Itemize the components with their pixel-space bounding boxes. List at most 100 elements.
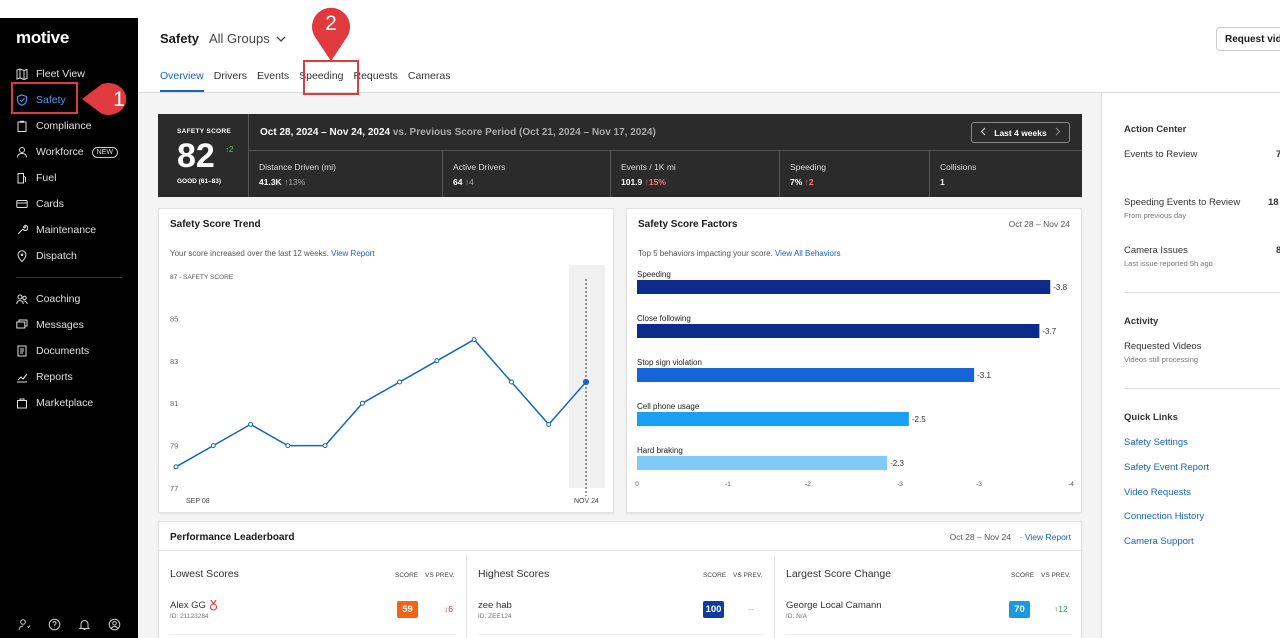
- card-title: Performance Leaderboard: [170, 532, 295, 543]
- sidebar-item-reports[interactable]: Reports: [16, 367, 73, 387]
- value-label: -2.5: [912, 415, 926, 424]
- y-tick-label: 79: [170, 442, 178, 451]
- bell-icon[interactable]: [78, 618, 92, 632]
- chevron-left-icon[interactable]: [980, 127, 986, 138]
- sidebar-item-marketplace[interactable]: Marketplace: [16, 393, 93, 413]
- tab-requests[interactable]: Requests: [354, 70, 398, 92]
- sidebar-bottom-icons: [18, 618, 122, 632]
- section-title: Lowest Scores: [170, 568, 239, 580]
- x-tick-label: -3: [976, 481, 982, 488]
- separator-dot: · View Report: [1019, 532, 1071, 542]
- safety-settings-link[interactable]: Safety Settings: [1124, 437, 1188, 448]
- reports-icon: [16, 371, 28, 383]
- annotation-callout-1: 1: [82, 83, 127, 115]
- chevron-right-icon[interactable]: [1055, 127, 1061, 138]
- request-video-button[interactable]: Request vid: [1216, 27, 1280, 51]
- bar: [637, 456, 888, 470]
- score-badge: 100: [703, 601, 724, 618]
- group-selector-value: All Groups: [209, 31, 270, 46]
- vs-prev-column-header: VS PREV.: [425, 572, 455, 579]
- driver-name[interactable]: Alex GG: [170, 600, 218, 611]
- sidebar-divider: [16, 277, 122, 278]
- score-delta: ↑12: [1054, 604, 1068, 614]
- sidebar-item-label: Compliance: [36, 120, 92, 132]
- sidebar-item-fuel[interactable]: Fuel: [16, 168, 56, 188]
- score-delta: --: [748, 604, 754, 614]
- bar: [637, 412, 909, 426]
- y-tick-label: 81: [170, 399, 178, 408]
- category-label: Hard braking: [637, 446, 683, 455]
- clipboard-icon: [16, 120, 28, 132]
- events-to-review-link[interactable]: Events to Review: [1124, 149, 1197, 160]
- value-label: -3.1: [977, 371, 991, 380]
- driver-id: ID: 21123284: [170, 613, 209, 620]
- speeding-events-link[interactable]: Speeding Events to Review: [1124, 197, 1240, 208]
- row-divider: [170, 634, 456, 635]
- x-tick-label: -1: [725, 481, 731, 488]
- sidebar-item-workforce[interactable]: Workforce NEW: [16, 142, 118, 162]
- sidebar-item-documents[interactable]: Documents: [16, 341, 89, 361]
- right-panel-divider-2: [1124, 388, 1280, 389]
- right-panel-divider-1: [1124, 292, 1280, 293]
- data-point: [248, 421, 254, 427]
- vs-prev-column-header: VS PREV.: [1041, 572, 1071, 579]
- camera-issues-count: 8: [1276, 245, 1280, 256]
- y-tick-label: 85: [170, 314, 178, 323]
- sidebar-item-coaching[interactable]: Coaching: [16, 289, 80, 309]
- score-summary: SAFETY SCORE 82 ↑2 GOOD (61–83): [158, 114, 249, 197]
- sidebar-item-compliance[interactable]: Compliance: [16, 116, 91, 136]
- camera-issues-link[interactable]: Camera Issues: [1124, 245, 1188, 256]
- data-point: [173, 464, 179, 470]
- metric-number: 7%: [790, 177, 803, 187]
- account-icon[interactable]: [108, 618, 122, 632]
- motive-logo[interactable]: motive: [16, 28, 69, 48]
- sidebar-item-messages[interactable]: Messages: [16, 315, 84, 335]
- annotation-callout-2: 2: [312, 7, 350, 61]
- previous-period: vs. Previous Score Period (Oct 21, 2024 …: [390, 127, 656, 138]
- metric-value: 64 ↑4: [453, 177, 474, 187]
- safety-event-report-link[interactable]: Safety Event Report: [1124, 462, 1209, 473]
- value-label: -3.7: [1042, 327, 1056, 336]
- performance-leaderboard-card: Performance Leaderboard Oct 28 – Nov 24 …: [158, 521, 1083, 638]
- tab-drivers[interactable]: Drivers: [214, 70, 247, 92]
- camera-support-link[interactable]: Camera Support: [1124, 536, 1194, 547]
- date-range-selector[interactable]: Last 4 weeks: [971, 122, 1070, 143]
- pin-icon: [16, 250, 28, 262]
- help-icon[interactable]: [48, 618, 62, 632]
- tab-cameras[interactable]: Cameras: [408, 70, 451, 92]
- highest-scores-section: Highest Scores SCORE VS PREV. zee hab ID…: [467, 556, 775, 638]
- driver-id: ID: ZEE124: [478, 613, 512, 620]
- metric-value: 7% ↑2: [790, 177, 814, 187]
- metric-number: 1: [940, 177, 945, 187]
- metric-label: Events / 1K mi: [621, 162, 676, 172]
- bar: [637, 368, 975, 382]
- fuel-icon: [16, 172, 28, 184]
- driver-name[interactable]: George Local Camann: [786, 600, 882, 611]
- connection-history-link[interactable]: Connection History: [1124, 511, 1204, 522]
- annotation-highlight-speeding: [303, 60, 359, 95]
- metric-distance: Distance Driven (mi) 41.3K ↑13%: [249, 151, 443, 197]
- sidebar-item-maintenance[interactable]: Maintenance: [16, 220, 96, 240]
- card-date: Oct 28 – Nov 24: [949, 532, 1011, 542]
- metric-label: Distance Driven (mi): [259, 162, 336, 172]
- tab-events[interactable]: Events: [257, 70, 289, 92]
- document-icon: [16, 345, 28, 357]
- sidebar-item-dispatch[interactable]: Dispatch: [16, 246, 77, 266]
- user-settings-icon[interactable]: [18, 618, 32, 632]
- requested-videos-link[interactable]: Requested Videos: [1124, 341, 1201, 352]
- driver-name-text: Alex GG: [170, 600, 206, 611]
- video-requests-link[interactable]: Video Requests: [1124, 487, 1191, 498]
- largest-score-change-section: Largest Score Change SCORE VS PREV. Geor…: [775, 556, 1083, 638]
- new-badge: NEW: [91, 146, 118, 158]
- card-icon: [16, 198, 28, 210]
- y-tick-label: 83: [170, 357, 178, 366]
- group-selector[interactable]: All Groups: [209, 31, 286, 46]
- sidebar-item-fleet-view[interactable]: Fleet View: [16, 64, 85, 84]
- metric-collisions: Collisions 1: [930, 151, 1082, 197]
- sidebar-item-cards[interactable]: Cards: [16, 194, 64, 214]
- view-report-link[interactable]: View Report: [1025, 532, 1071, 542]
- tab-overview[interactable]: Overview: [160, 70, 204, 92]
- score-delta: ↓6: [444, 604, 453, 614]
- data-point: [582, 378, 590, 386]
- driver-name[interactable]: zee hab: [478, 600, 512, 611]
